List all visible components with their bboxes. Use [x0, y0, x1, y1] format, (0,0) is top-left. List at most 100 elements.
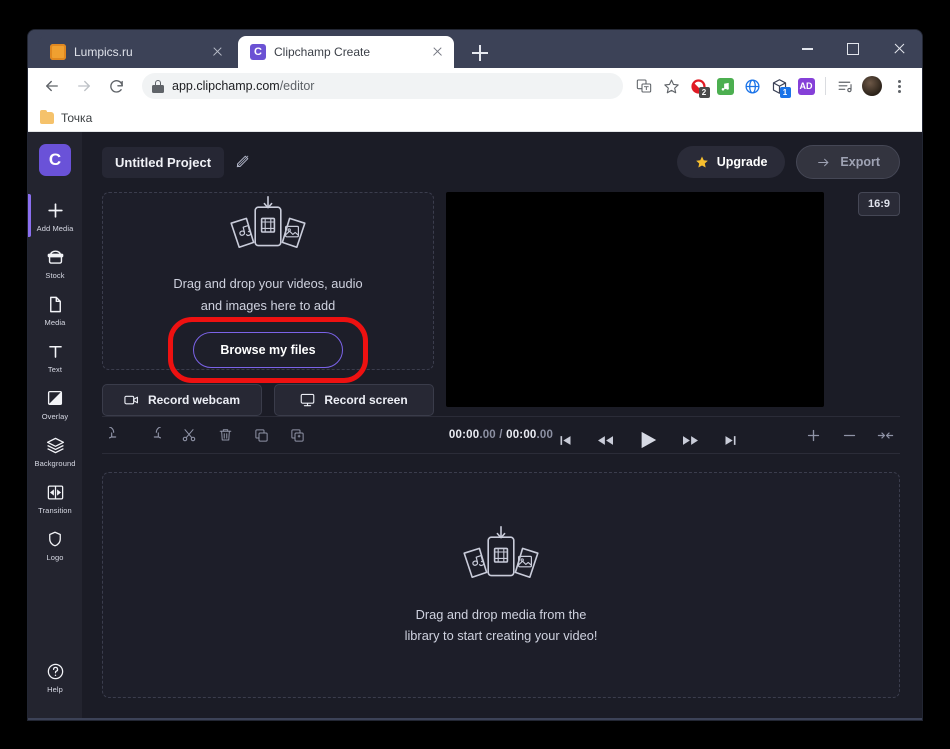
zoom-out-icon[interactable]: [834, 422, 864, 448]
app-header-actions: Upgrade Export: [676, 145, 900, 179]
package-extension-icon[interactable]: 1: [766, 73, 792, 99]
sidebar-item-label: Text: [47, 365, 63, 374]
bookmark-star-icon[interactable]: [658, 73, 684, 99]
reading-list-icon[interactable]: [832, 73, 858, 99]
redo-icon[interactable]: [138, 422, 168, 448]
record-screen-button[interactable]: Record screen: [274, 384, 434, 416]
url-text: app.clipchamp.com/editor: [172, 79, 315, 93]
app-content: Untitled Project Upgrade Export Drag and…: [82, 132, 922, 718]
sidebar-item-label: Add Media: [36, 224, 74, 233]
timecode-separator: /: [495, 429, 507, 441]
dropzone-line1: Drag and drop your videos, audio: [173, 276, 363, 292]
bookmark-item[interactable]: Точка: [40, 109, 92, 125]
record-screen-label: Record screen: [324, 393, 408, 407]
purple-extension-icon[interactable]: AD: [793, 73, 819, 99]
forward-icon[interactable]: [70, 72, 98, 100]
copy-add-icon[interactable]: [282, 422, 312, 448]
media-cards-icon: [453, 524, 549, 592]
browser-tab-clipchamp[interactable]: C Clipchamp Create: [238, 36, 454, 68]
globe-extension-icon[interactable]: [739, 73, 765, 99]
plus-icon: [45, 200, 65, 220]
upgrade-button[interactable]: Upgrade: [676, 146, 786, 178]
chrome-menu-icon[interactable]: [886, 73, 912, 99]
sidebar-item-background[interactable]: Background: [28, 427, 82, 474]
timeline-line2: library to start creating your video!: [404, 628, 598, 643]
app-sidebar: C Add Media Stock Media Text Overlay Bac…: [28, 132, 82, 718]
sidebar-item-label: Help: [47, 685, 63, 694]
clipchamp-c-icon: C: [250, 44, 266, 60]
clipchamp-logo[interactable]: C: [39, 144, 71, 176]
media-dropzone[interactable]: Drag and drop your videos, audio and ima…: [102, 192, 434, 383]
sidebar-item-stock[interactable]: Stock: [28, 239, 82, 286]
split-scissors-icon[interactable]: [174, 422, 204, 448]
close-icon[interactable]: [876, 30, 922, 68]
adblock-icon[interactable]: 2: [685, 73, 711, 99]
back-icon[interactable]: [38, 72, 66, 100]
preview-panel: 16:9: [434, 192, 900, 449]
timeline-text: Drag and drop media from the library to …: [405, 604, 598, 646]
question-circle-icon: [45, 661, 65, 681]
bookmarks-bar: Точка: [28, 104, 922, 132]
layers-icon: [45, 435, 65, 455]
sidebar-item-label: Media: [44, 318, 66, 327]
dropzone-text: Drag and drop your videos, audio and ima…: [173, 273, 362, 315]
upgrade-label: Upgrade: [716, 155, 768, 169]
sidebar-item-label: Background: [34, 459, 76, 468]
lock-icon: [152, 79, 164, 93]
timeline-line1: Drag and drop media from the: [415, 606, 587, 622]
close-icon[interactable]: [210, 44, 226, 60]
address-bar[interactable]: app.clipchamp.com/editor: [142, 73, 623, 99]
dropzone-line2: and images here to add: [200, 297, 336, 313]
transition-icon: [45, 482, 65, 502]
translate-icon[interactable]: [631, 73, 657, 99]
timeline-dropzone[interactable]: Drag and drop media from the library to …: [102, 472, 900, 698]
preview-top-row: 16:9: [446, 192, 900, 407]
aspect-ratio-badge[interactable]: 16:9: [857, 192, 900, 216]
new-tab-button[interactable]: [468, 41, 492, 65]
browse-my-files-button[interactable]: Browse my files: [193, 331, 343, 368]
sidebar-item-media[interactable]: Media: [28, 286, 82, 333]
close-icon[interactable]: [430, 44, 446, 60]
project-name[interactable]: Untitled Project: [102, 146, 225, 178]
record-webcam-button[interactable]: Record webcam: [102, 384, 262, 416]
timeline-toolbar: 00:00.00 / 00:00.00: [102, 416, 900, 454]
fit-to-screen-icon[interactable]: [870, 422, 900, 448]
export-button[interactable]: Export: [796, 145, 900, 179]
zoom-in-icon[interactable]: [798, 422, 828, 448]
music-extension-icon[interactable]: [712, 73, 738, 99]
undo-icon[interactable]: [102, 422, 132, 448]
minimize-icon[interactable]: [784, 30, 830, 68]
sidebar-item-add-media[interactable]: Add Media: [28, 192, 82, 239]
sidebar-item-logo[interactable]: Logo: [28, 521, 82, 568]
record-webcam-label: Record webcam: [147, 393, 241, 407]
video-camera-icon: [124, 394, 139, 406]
delete-trash-icon[interactable]: [210, 422, 240, 448]
sidebar-item-overlay[interactable]: Overlay: [28, 380, 82, 427]
pen-icon[interactable]: [235, 154, 251, 170]
sidebar-item-transition[interactable]: Transition: [28, 474, 82, 521]
browser-toolbar: app.clipchamp.com/editor 2 1 AD: [28, 68, 922, 104]
stock-icon: [45, 247, 65, 267]
toolbar-icons: 2 1 AD: [631, 73, 912, 99]
media-cards-icon: [220, 194, 316, 262]
tab-strip: Lumpics.ru C Clipchamp Create: [28, 30, 922, 68]
video-preview-canvas[interactable]: [446, 192, 824, 407]
duplicate-icon[interactable]: [246, 422, 276, 448]
editor-area: Drag and drop your videos, audio and ima…: [82, 192, 922, 449]
toolbar-divider: [825, 77, 826, 95]
total-time-frac: .00: [536, 429, 554, 441]
maximize-icon[interactable]: [830, 30, 876, 68]
sidebar-item-help[interactable]: Help: [28, 653, 82, 700]
monitor-icon: [300, 393, 315, 407]
browser-tab-lumpics[interactable]: Lumpics.ru: [38, 36, 234, 68]
timeline-right-tools: [798, 422, 900, 448]
reload-icon[interactable]: [102, 72, 130, 100]
badge-count: 2: [698, 86, 710, 98]
export-label: Export: [840, 155, 880, 169]
sidebar-item-label: Transition: [38, 506, 72, 515]
avatar[interactable]: [859, 73, 885, 99]
app-header: Untitled Project Upgrade Export: [82, 132, 922, 192]
sidebar-item-text[interactable]: Text: [28, 333, 82, 380]
star-icon: [695, 155, 709, 169]
sidebar-item-label: Overlay: [41, 412, 69, 421]
